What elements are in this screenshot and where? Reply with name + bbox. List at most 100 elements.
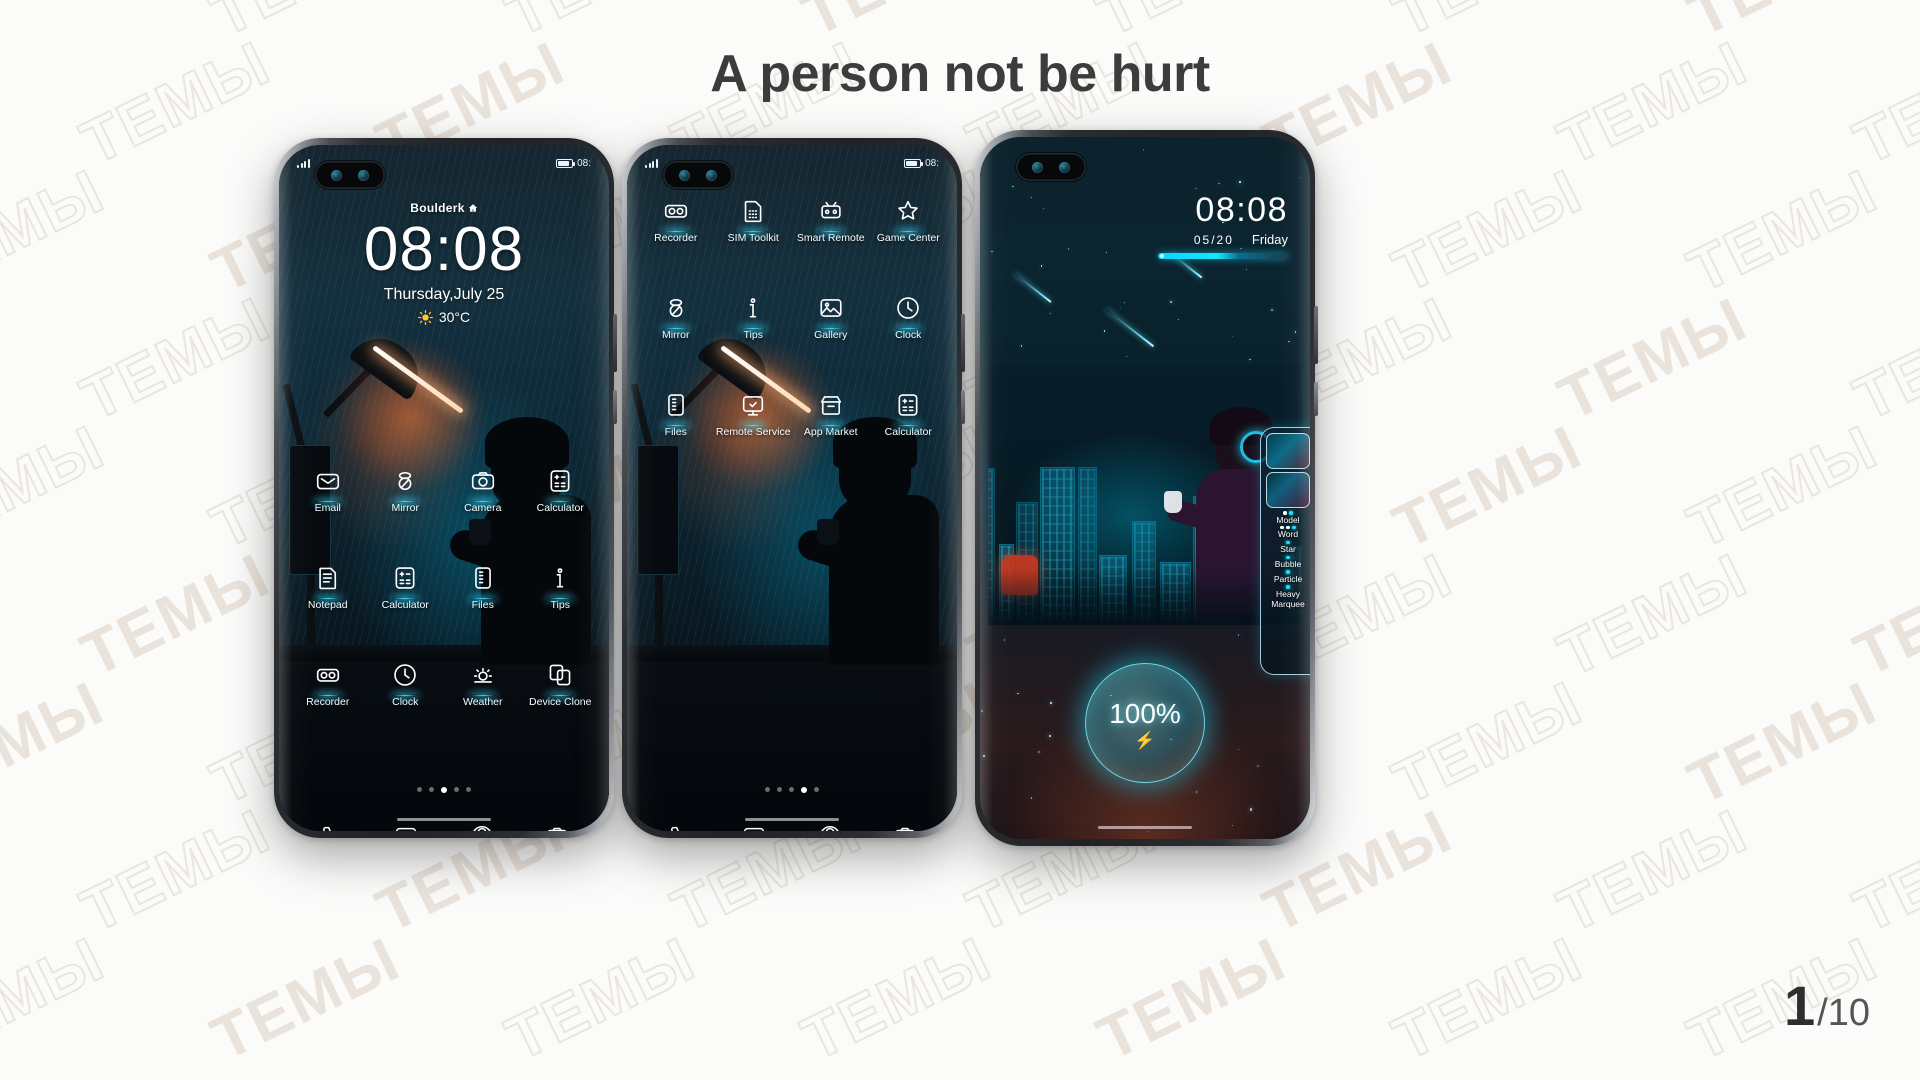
app-icon-weather[interactable]: Weather [444, 661, 522, 708]
app-icon-device-clone[interactable]: Device Clone [522, 661, 600, 708]
power-button[interactable] [613, 390, 617, 424]
theme-artwork [988, 365, 1302, 625]
phone-1-screen[interactable]: 08: Boulderk 08:08 Thursday,July 25 30°C… [279, 145, 609, 831]
app-icon-smart-remote[interactable]: Smart Remote [792, 197, 870, 244]
app-icon-calculator[interactable]: Calculator [522, 467, 600, 514]
app-icon-calculator[interactable]: Calculator [870, 391, 948, 438]
page-dot[interactable] [441, 787, 447, 793]
side-panel-item-marquee[interactable]: Marquee [1271, 599, 1305, 609]
app-label: Clock [895, 329, 922, 341]
aod-progress-bar [1158, 253, 1288, 259]
star [1003, 639, 1006, 641]
power-button[interactable] [961, 390, 965, 424]
app-icon-clock[interactable]: Clock [367, 661, 445, 708]
app-icon-recorder[interactable]: Recorder [289, 661, 367, 708]
dock-item-contacts[interactable] [817, 823, 843, 831]
app-icon-calculator[interactable]: Calculator [367, 564, 445, 611]
side-panel-item-particle[interactable]: Particle [1274, 570, 1302, 584]
app-icon-mirror[interactable]: Mirror [637, 294, 715, 341]
page-dot[interactable] [789, 787, 794, 792]
star [1142, 149, 1144, 151]
side-panel-items: Model Word Star Bubble Particle Heavy Marquee [1271, 511, 1305, 609]
page-indicator-2[interactable] [627, 787, 957, 793]
side-panel-item-star[interactable]: Star [1280, 540, 1296, 555]
app-icon-sim-toolkit[interactable]: SIM Toolkit [715, 197, 793, 244]
app-label: Calculator [884, 426, 932, 438]
dock-item-contacts[interactable] [469, 823, 495, 831]
page-dot[interactable] [417, 787, 422, 792]
page-dot[interactable] [429, 787, 434, 792]
side-panel-item-heavy[interactable]: Heavy [1276, 585, 1300, 599]
star [1245, 268, 1247, 270]
app-icon-email[interactable]: Email [289, 467, 367, 514]
side-panel-item-model[interactable]: Model [1276, 511, 1300, 525]
star [1294, 331, 1297, 333]
page-dot[interactable] [466, 787, 471, 792]
calculator-icon [391, 564, 419, 592]
home-indicator[interactable] [1098, 825, 1192, 829]
app-icon-files[interactable]: Files [444, 564, 522, 611]
volume-button[interactable] [1314, 306, 1318, 364]
app-icon-gallery[interactable]: Gallery [792, 294, 870, 341]
page-dot[interactable] [765, 787, 770, 792]
page-dot[interactable] [777, 787, 782, 792]
messages-icon [741, 823, 767, 831]
side-panel-item-bubble[interactable]: Bubble [1275, 555, 1301, 570]
side-panel-label: Word [1277, 529, 1299, 540]
star [1218, 182, 1220, 185]
dock-item-camera[interactable] [892, 823, 918, 831]
home-indicator[interactable] [397, 817, 491, 821]
phone-3-screen[interactable]: 08:08 05/20 Friday Model Word Star Bubble Pa… [980, 137, 1310, 839]
app-icon-remote-service[interactable]: Remote Service [715, 391, 793, 438]
page-indicator-1[interactable] [279, 787, 609, 793]
messages-icon [393, 823, 419, 831]
star [1021, 345, 1023, 347]
lockscreen-time: 08:08 [363, 215, 525, 284]
app-icon-camera[interactable]: Camera [444, 467, 522, 514]
dock-item-messages[interactable] [741, 823, 767, 831]
phone-2-screen[interactable]: 08: Recorder SIM Toolkit Smart Remote Game … [627, 145, 957, 831]
app-icon-game-center[interactable]: Game Center [870, 197, 948, 244]
app-icon-tips[interactable]: Tips [522, 564, 600, 611]
dock-item-phone[interactable] [666, 823, 692, 831]
app-icon-mirror[interactable]: Mirror [367, 467, 445, 514]
dock-item-messages[interactable] [393, 823, 419, 831]
page-dot[interactable] [801, 787, 807, 793]
star [1049, 312, 1052, 315]
app-label: SIM Toolkit [727, 232, 779, 244]
volume-button[interactable] [961, 314, 965, 372]
files-icon [469, 564, 497, 592]
status-time: 08: [925, 157, 939, 169]
side-panel-item-word[interactable]: Word [1277, 525, 1299, 540]
side-effects-panel[interactable]: Model Word Star Bubble Particle Heavy Marquee [1260, 427, 1310, 675]
camera-icon [469, 467, 497, 495]
theme-thumbnail-1[interactable] [1266, 433, 1310, 469]
contacts-icon [469, 823, 495, 831]
app-icon-tips[interactable]: Tips [715, 294, 793, 341]
power-button[interactable] [1314, 382, 1318, 416]
app-label: Gallery [814, 329, 848, 341]
game-center-icon [894, 197, 922, 225]
lockscreen-temperature: 30°C [438, 309, 471, 326]
theme-thumbnail-2[interactable] [1266, 472, 1310, 508]
app-label: Files [664, 426, 687, 438]
page-dot[interactable] [454, 787, 459, 792]
star [1231, 335, 1234, 338]
app-label: Email [314, 502, 341, 514]
app-icon-notepad[interactable]: Notepad [289, 564, 367, 611]
dock-item-phone[interactable] [318, 823, 344, 831]
home-indicator[interactable] [745, 817, 839, 821]
volume-button[interactable] [613, 314, 617, 372]
app-icon-app-market[interactable]: App Market [792, 391, 870, 438]
signal-bars-icon [645, 158, 658, 168]
charging-indicator: 100% ⚡ [1085, 663, 1205, 783]
app-icon-files[interactable]: Files [637, 391, 715, 438]
app-icon-recorder[interactable]: Recorder [637, 197, 715, 244]
always-on-display-clock: 08:08 05/20 Friday [1158, 193, 1288, 259]
page-dot[interactable] [814, 787, 819, 792]
remote-service-icon [739, 391, 767, 419]
app-label: Camera [464, 502, 502, 514]
app-icon-clock[interactable]: Clock [870, 294, 948, 341]
dock-item-camera[interactable] [544, 823, 570, 831]
side-panel-label: Heavy [1275, 588, 1301, 599]
